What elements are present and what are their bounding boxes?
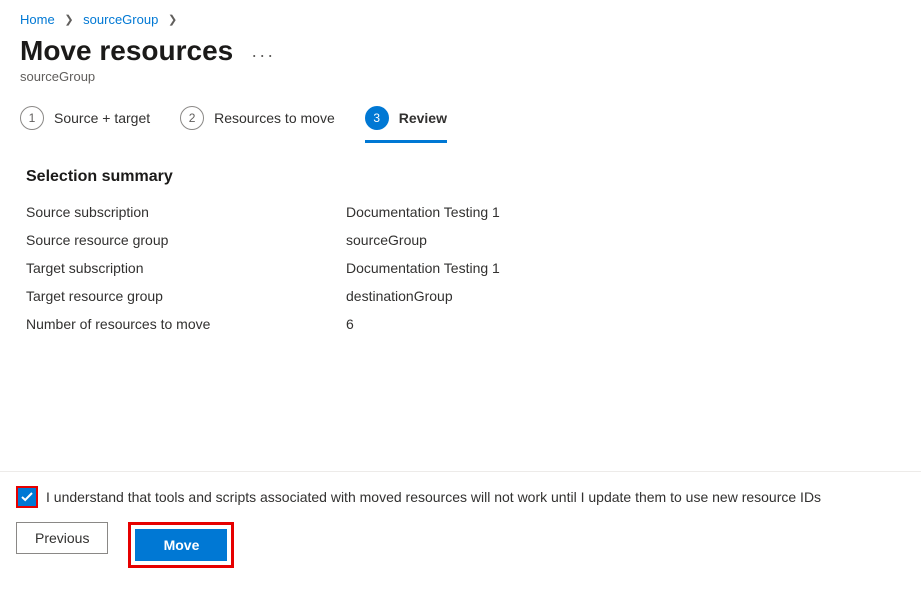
page-subtitle: sourceGroup (0, 69, 921, 106)
summary-label: Source subscription (26, 204, 346, 220)
highlight-box: Move (128, 522, 234, 568)
step-source-target[interactable]: 1 Source + target (20, 106, 150, 140)
move-button[interactable]: Move (135, 529, 227, 561)
summary-value: destinationGroup (346, 288, 453, 304)
summary-row-source-subscription: Source subscription Documentation Testin… (26, 204, 901, 220)
step-number-icon: 2 (180, 106, 204, 130)
summary-row-source-group: Source resource group sourceGroup (26, 232, 901, 248)
more-icon[interactable]: ··· (251, 46, 275, 64)
chevron-right-icon: ❯ (64, 13, 73, 26)
wizard-steps: 1 Source + target 2 Resources to move 3 … (0, 106, 921, 140)
review-content: Selection summary Source subscription Do… (0, 140, 921, 332)
summary-label: Target resource group (26, 288, 346, 304)
page-title: Move resources (20, 35, 233, 67)
step-number-icon: 1 (20, 106, 44, 130)
summary-value: sourceGroup (346, 232, 427, 248)
summary-row-target-subscription: Target subscription Documentation Testin… (26, 260, 901, 276)
chevron-right-icon: ❯ (168, 13, 177, 26)
acknowledgement-row: I understand that tools and scripts asso… (16, 486, 905, 508)
highlight-box (16, 486, 38, 508)
summary-row-target-group: Target resource group destinationGroup (26, 288, 901, 304)
summary-row-count: Number of resources to move 6 (26, 316, 901, 332)
summary-label: Number of resources to move (26, 316, 346, 332)
section-title: Selection summary (26, 168, 901, 186)
step-number-icon: 3 (365, 106, 389, 130)
summary-label: Source resource group (26, 232, 346, 248)
step-label: Review (399, 110, 447, 126)
title-row: Move resources ··· (0, 31, 921, 69)
step-label: Resources to move (214, 110, 335, 126)
step-resources-to-move[interactable]: 2 Resources to move (180, 106, 335, 140)
step-label: Source + target (54, 110, 150, 126)
summary-value: 6 (346, 316, 354, 332)
acknowledgement-text: I understand that tools and scripts asso… (46, 489, 821, 505)
breadcrumb: Home ❯ sourceGroup ❯ (0, 0, 921, 31)
breadcrumb-home[interactable]: Home (20, 12, 55, 27)
step-review[interactable]: 3 Review (365, 106, 447, 143)
summary-value: Documentation Testing 1 (346, 260, 500, 276)
summary-label: Target subscription (26, 260, 346, 276)
checkmark-icon (21, 491, 33, 503)
footer: I understand that tools and scripts asso… (0, 471, 921, 568)
acknowledgement-checkbox[interactable] (18, 488, 36, 506)
previous-button[interactable]: Previous (16, 522, 108, 554)
summary-value: Documentation Testing 1 (346, 204, 500, 220)
button-row: Previous Move (16, 522, 905, 568)
breadcrumb-group[interactable]: sourceGroup (83, 12, 158, 27)
